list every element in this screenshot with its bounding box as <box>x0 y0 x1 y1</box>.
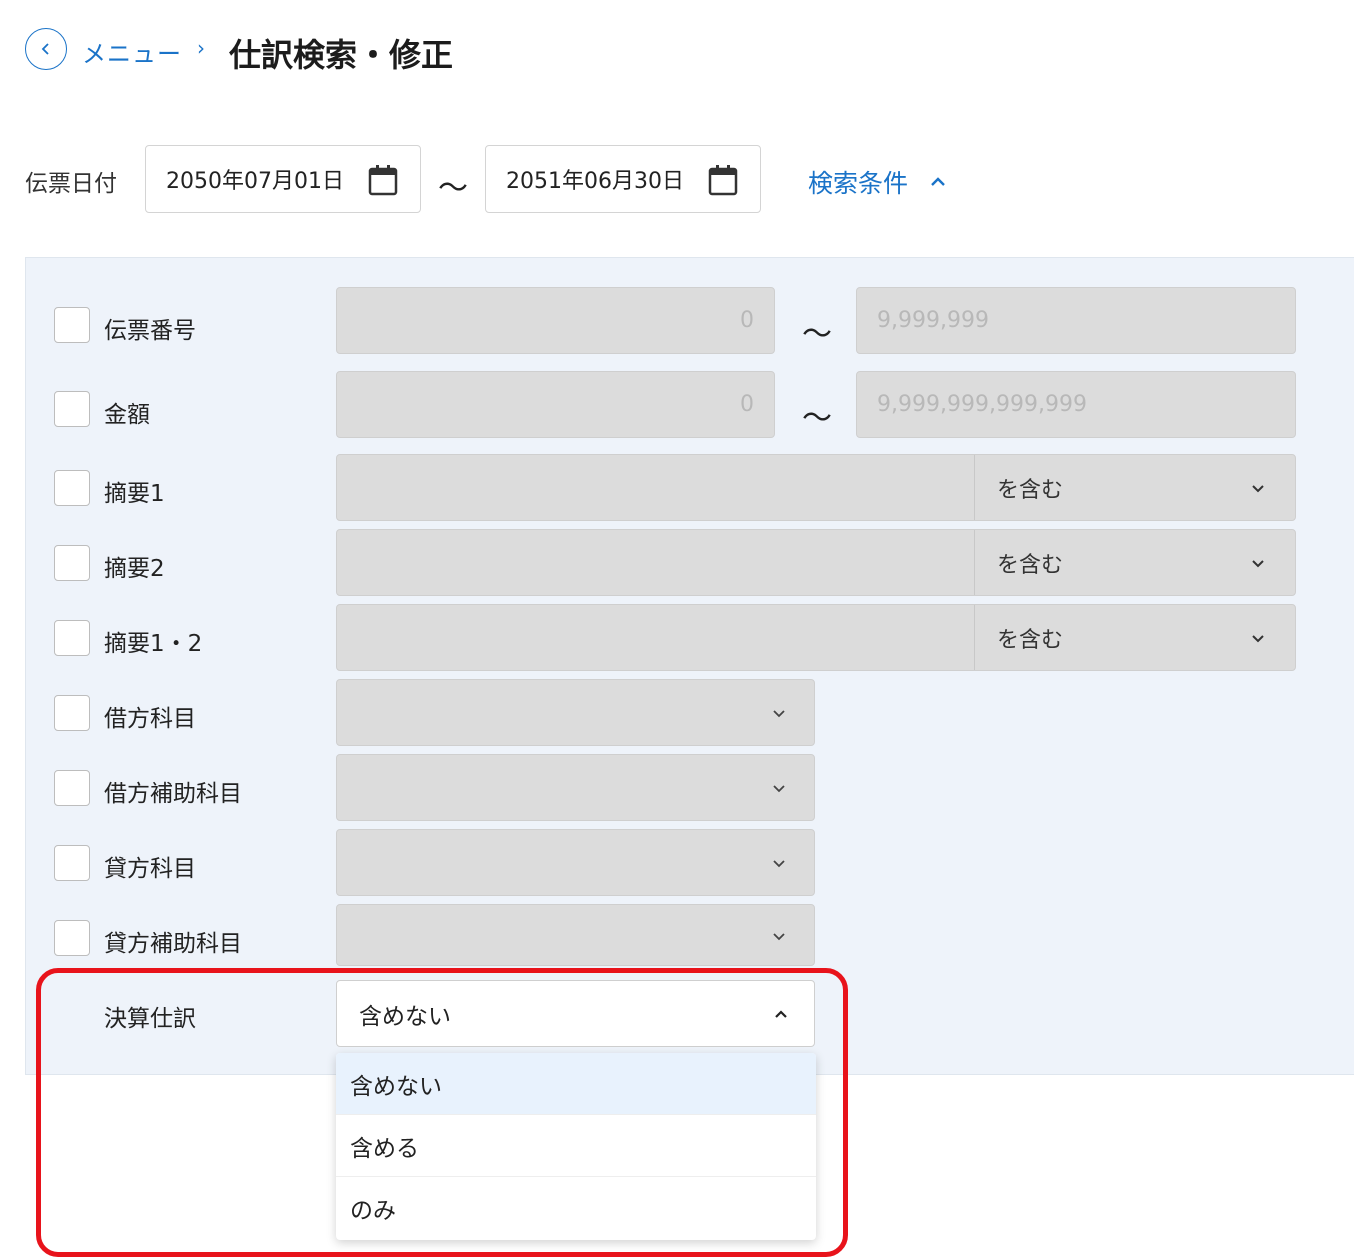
memo1-text-input[interactable] <box>337 455 975 520</box>
chevron-down-icon <box>773 933 785 941</box>
credit-sub-account-select[interactable] <box>336 904 815 966</box>
memo1-label: 摘要1 <box>104 481 165 507</box>
memo1-checkbox[interactable] <box>54 470 90 506</box>
credit-account-label: 貸方科目 <box>104 856 196 882</box>
breadcrumb-menu-link[interactable]: メニュー <box>82 34 182 69</box>
chevron-down-icon <box>773 860 785 868</box>
breadcrumb-separator: › <box>197 36 205 60</box>
slip-number-checkbox[interactable] <box>54 307 90 343</box>
memo2-label: 摘要2 <box>104 556 165 582</box>
memo1-match-value: を含む <box>997 477 1064 503</box>
memo2-match-value: を含む <box>997 552 1064 578</box>
memo12-match-select[interactable]: を含む <box>975 605 1295 670</box>
memo1-field: を含む <box>336 454 1296 521</box>
credit-sub-account-checkbox[interactable] <box>54 920 90 956</box>
chevron-up-icon <box>931 177 945 186</box>
date-from-value: 2050年07月01日 <box>166 169 344 194</box>
chevron-left-icon <box>41 43 49 55</box>
search-conditions-label: 検索条件 <box>808 169 909 198</box>
slip-number-label: 伝票番号 <box>104 318 196 344</box>
debit-account-checkbox[interactable] <box>54 695 90 731</box>
amount-label: 金額 <box>104 402 150 428</box>
credit-account-select[interactable] <box>336 829 815 896</box>
amount-to-input[interactable]: 9,999,999,999,999 <box>856 371 1296 438</box>
amount-checkbox[interactable] <box>54 391 90 427</box>
date-from-input[interactable]: 2050年07月01日 <box>145 145 421 213</box>
slip-number-from-placeholder: 0 <box>740 308 754 333</box>
page-title: 仕訳検索・修正 <box>229 36 454 74</box>
slip-number-to-input[interactable]: 9,999,999 <box>856 287 1296 354</box>
calendar-icon[interactable] <box>708 164 738 196</box>
debit-account-select[interactable] <box>336 679 815 746</box>
amount-from-placeholder: 0 <box>740 392 754 417</box>
memo1-match-select[interactable]: を含む <box>975 455 1295 520</box>
memo12-field: を含む <box>336 604 1296 671</box>
chevron-down-icon <box>1252 485 1264 493</box>
credit-account-checkbox[interactable] <box>54 845 90 881</box>
credit-sub-account-label: 貸方補助科目 <box>104 931 242 957</box>
slip-number-range-separator: 〜 <box>802 317 832 352</box>
amount-from-input[interactable]: 0 <box>336 371 775 438</box>
date-to-input[interactable]: 2051年06月30日 <box>485 145 761 213</box>
chevron-down-icon <box>1252 560 1264 568</box>
highlight-annotation-box <box>36 968 848 1257</box>
chevron-down-icon <box>1252 635 1264 643</box>
memo12-match-value: を含む <box>997 627 1064 653</box>
memo2-field: を含む <box>336 529 1296 596</box>
memo2-text-input[interactable] <box>337 530 975 595</box>
debit-sub-account-select[interactable] <box>336 754 815 821</box>
amount-to-placeholder: 9,999,999,999,999 <box>877 392 1087 417</box>
debit-sub-account-checkbox[interactable] <box>54 770 90 806</box>
memo2-checkbox[interactable] <box>54 545 90 581</box>
date-range-separator: 〜 <box>438 171 468 206</box>
calendar-icon[interactable] <box>368 164 398 196</box>
date-filter-label: 伝票日付 <box>25 171 117 197</box>
debit-account-label: 借方科目 <box>104 706 196 732</box>
amount-range-separator: 〜 <box>802 401 832 436</box>
memo12-label: 摘要1・2 <box>104 631 203 657</box>
debit-sub-account-label: 借方補助科目 <box>104 781 242 807</box>
slip-number-to-placeholder: 9,999,999 <box>877 308 989 333</box>
memo12-text-input[interactable] <box>337 605 975 670</box>
memo2-match-select[interactable]: を含む <box>975 530 1295 595</box>
memo12-checkbox[interactable] <box>54 620 90 656</box>
search-conditions-toggle[interactable]: 検索条件 <box>808 164 946 200</box>
chevron-down-icon <box>773 710 785 718</box>
chevron-down-icon <box>773 785 785 793</box>
back-button[interactable] <box>25 28 67 70</box>
date-to-value: 2051年06月30日 <box>506 169 684 194</box>
slip-number-from-input[interactable]: 0 <box>336 287 775 354</box>
